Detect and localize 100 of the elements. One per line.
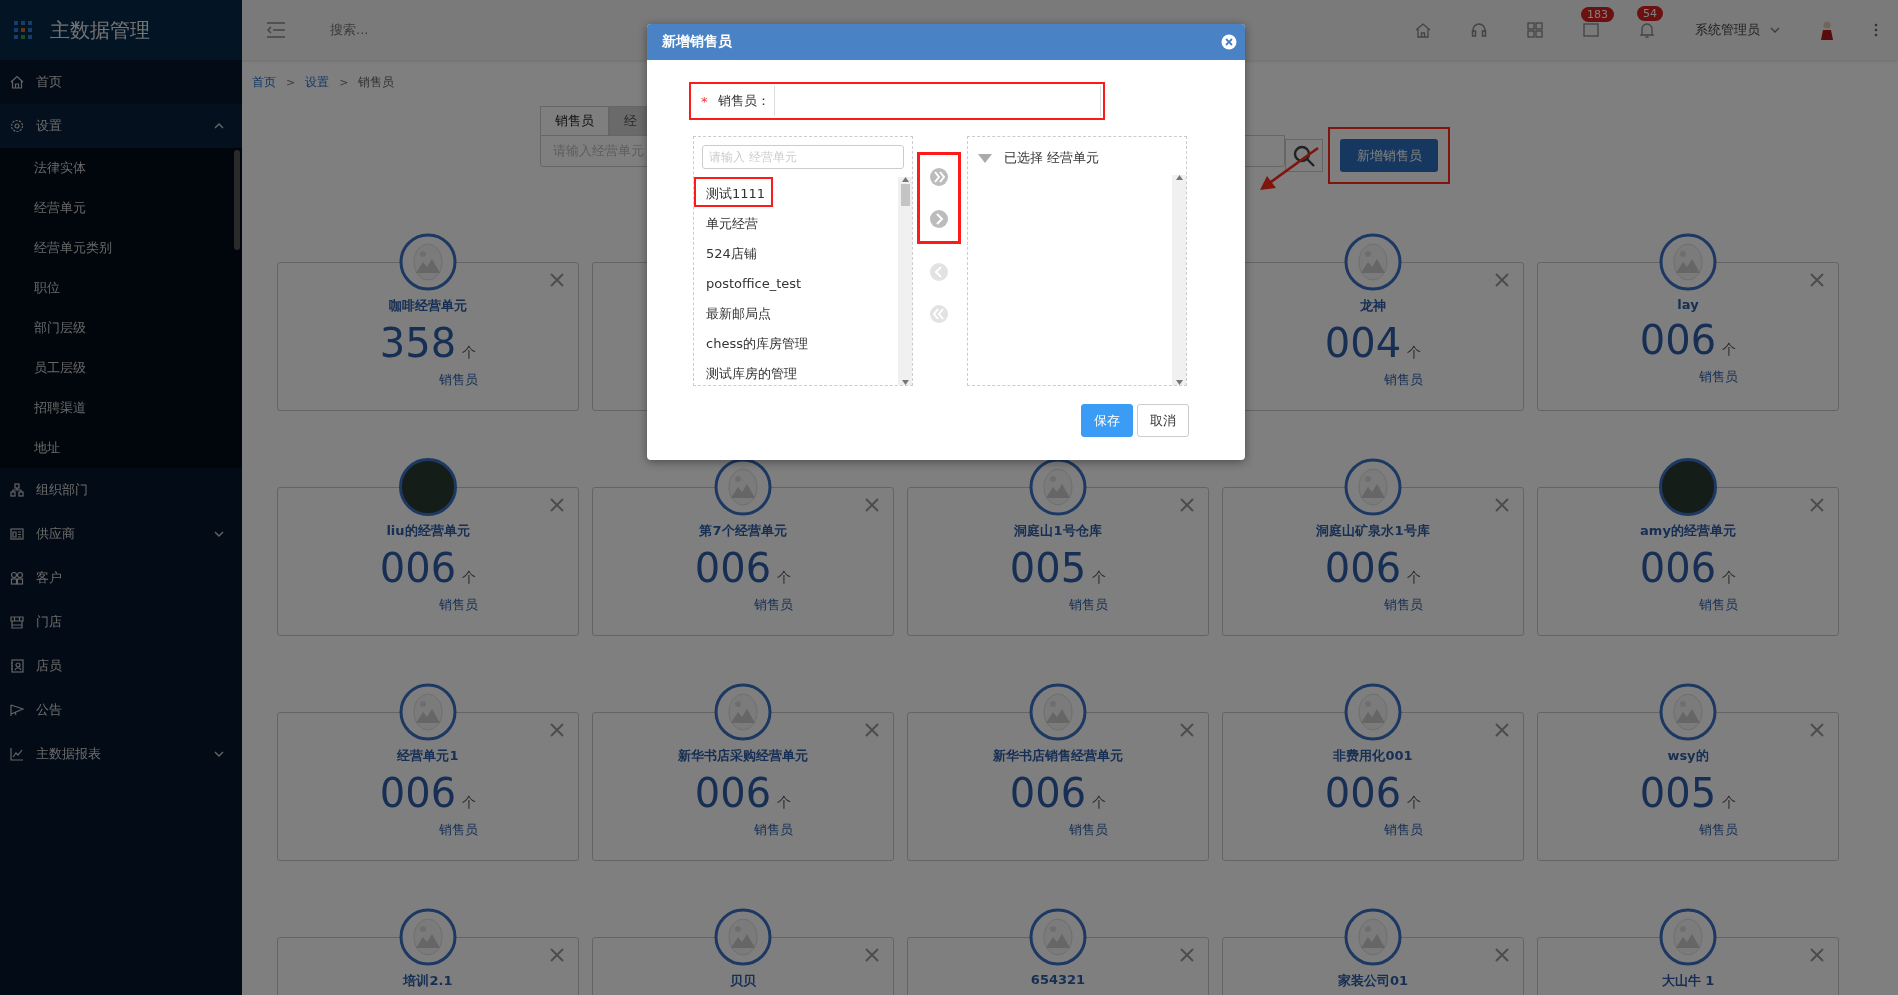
nav-item[interactable]: 主数据报表 <box>0 732 242 776</box>
close-icon[interactable] <box>1810 273 1824 287</box>
close-icon[interactable] <box>1221 34 1237 50</box>
list-item[interactable]: chess的库房管理 <box>694 327 816 357</box>
card-label: 销售员 <box>1383 371 1423 389</box>
nav-label: 公告 <box>36 701 63 719</box>
close-icon[interactable] <box>865 723 879 737</box>
id-card-icon <box>10 527 24 541</box>
close-icon[interactable] <box>550 948 564 962</box>
card-label: 销售员 <box>438 596 478 614</box>
close-icon[interactable] <box>865 498 879 512</box>
add-salesperson-button[interactable]: 新增销售员 <box>1340 139 1438 172</box>
count-value: 006 <box>694 546 772 590</box>
nav-item[interactable]: 设置 <box>0 104 242 148</box>
close-icon[interactable] <box>865 948 879 962</box>
card-title: lay <box>1677 297 1699 312</box>
close-icon[interactable] <box>1810 498 1824 512</box>
save-button[interactable]: 保存 <box>1081 404 1133 437</box>
user-avatar-icon[interactable] <box>1820 20 1834 40</box>
list-item[interactable]: 单元经营 <box>694 207 766 237</box>
dialog-title: 新增销售员 <box>662 33 732 51</box>
nav-label: 门店 <box>36 613 63 631</box>
field-label: 销售员： <box>717 92 770 110</box>
current-page-label[interactable]: 销售员 <box>358 73 395 91</box>
scroll-down-icon[interactable] <box>901 380 909 385</box>
submenu-item[interactable]: 部门层级 <box>0 308 242 348</box>
nav-item[interactable]: 客户 <box>0 556 242 600</box>
list-item[interactable]: 524店铺 <box>694 237 765 267</box>
user-name[interactable]: 系统管理员 <box>1695 21 1760 39</box>
card-label: 销售员 <box>1383 821 1423 839</box>
bell-icon[interactable] <box>1639 22 1655 38</box>
close-icon[interactable] <box>1495 273 1509 287</box>
nav-item[interactable]: 店员 <box>0 644 242 688</box>
card-label: 销售员 <box>438 371 478 389</box>
menu-collapse-icon[interactable] <box>266 22 286 38</box>
search-button[interactable] <box>1285 139 1323 172</box>
scrollbar-thumb[interactable] <box>900 184 910 206</box>
list-item[interactable]: 测试库房的管理 <box>694 357 805 387</box>
submenu-item[interactable]: 地址 <box>0 428 242 468</box>
nav-item[interactable]: 门店 <box>0 600 242 644</box>
mail-icon[interactable] <box>1583 23 1599 37</box>
close-icon[interactable] <box>550 723 564 737</box>
scrollbar[interactable] <box>1172 175 1186 385</box>
search-field[interactable]: 搜索... <box>330 21 369 39</box>
list-item[interactable]: 测试1111 <box>694 177 774 207</box>
scrollbar[interactable] <box>898 177 912 385</box>
nav-label: 客户 <box>36 569 63 587</box>
card-title: wsy的 <box>1667 747 1709 765</box>
nav-label: 主数据报表 <box>36 745 102 763</box>
nav-item[interactable]: 组织部门 <box>0 468 242 512</box>
close-icon[interactable] <box>1495 948 1509 962</box>
close-icon[interactable] <box>1495 723 1509 737</box>
count-unit: 个 <box>1722 569 1737 587</box>
close-icon[interactable] <box>550 498 564 512</box>
line-chart-icon <box>10 747 24 761</box>
nav-item[interactable]: 公告 <box>0 688 242 732</box>
card-label: 销售员 <box>1698 596 1738 614</box>
close-icon[interactable] <box>1810 723 1824 737</box>
close-icon[interactable] <box>1810 948 1824 962</box>
photo-placeholder <box>1659 458 1717 516</box>
close-icon[interactable] <box>1180 498 1194 512</box>
card-title: 洞庭山1号仓库 <box>1014 522 1102 540</box>
submenu-item[interactable]: 职位 <box>0 268 242 308</box>
home-icon[interactable] <box>1415 22 1431 38</box>
close-icon[interactable] <box>1495 498 1509 512</box>
card-title: 龙神 <box>1360 297 1386 315</box>
nav-item[interactable]: 首页 <box>0 60 242 104</box>
scroll-down-icon[interactable] <box>1175 380 1183 385</box>
grid-logo-icon <box>14 21 32 39</box>
chevron-down-icon[interactable] <box>1770 27 1780 33</box>
card-title: 咖啡经营单元 <box>389 297 467 315</box>
close-icon[interactable] <box>1180 948 1194 962</box>
nav-item[interactable]: 供应商 <box>0 512 242 556</box>
scrollbar-thumb[interactable] <box>234 150 240 250</box>
count-unit: 个 <box>1407 794 1422 812</box>
nav-label: 设置 <box>36 117 63 135</box>
hierarchy-icon <box>10 483 24 497</box>
close-icon[interactable] <box>1180 723 1194 737</box>
scroll-up-icon[interactable] <box>901 177 909 182</box>
close-icon[interactable] <box>550 273 564 287</box>
list-item[interactable]: postoffice_test <box>694 267 810 297</box>
more-vertical-icon[interactable] <box>1874 23 1878 37</box>
chevron-right-icon[interactable] <box>929 209 949 229</box>
card-title: 大山牛 1 <box>1661 972 1715 990</box>
submenu-item[interactable]: 招聘渠道 <box>0 388 242 428</box>
breadcrumb-link[interactable]: 设置 <box>305 73 330 91</box>
headset-icon[interactable] <box>1471 22 1487 38</box>
count-value: 006 <box>1324 546 1402 590</box>
breadcrumb-link[interactable]: 首页 <box>252 73 276 91</box>
list-item[interactable]: 最新邮局点 <box>694 297 779 327</box>
submenu-item[interactable]: 员工层级 <box>0 348 242 388</box>
tab[interactable]: 销售员 <box>540 106 609 135</box>
panel-header: 已选择 经营单元 <box>1004 149 1100 167</box>
grid-icon[interactable] <box>1527 22 1543 38</box>
count-unit: 个 <box>1092 569 1107 587</box>
cancel-button[interactable]: 取消 <box>1137 404 1189 437</box>
caret-down-icon[interactable] <box>978 153 992 163</box>
card-title: 培训2.1 <box>403 972 453 990</box>
scroll-up-icon[interactable] <box>1175 175 1183 180</box>
double-chevron-right-icon[interactable] <box>929 167 949 187</box>
